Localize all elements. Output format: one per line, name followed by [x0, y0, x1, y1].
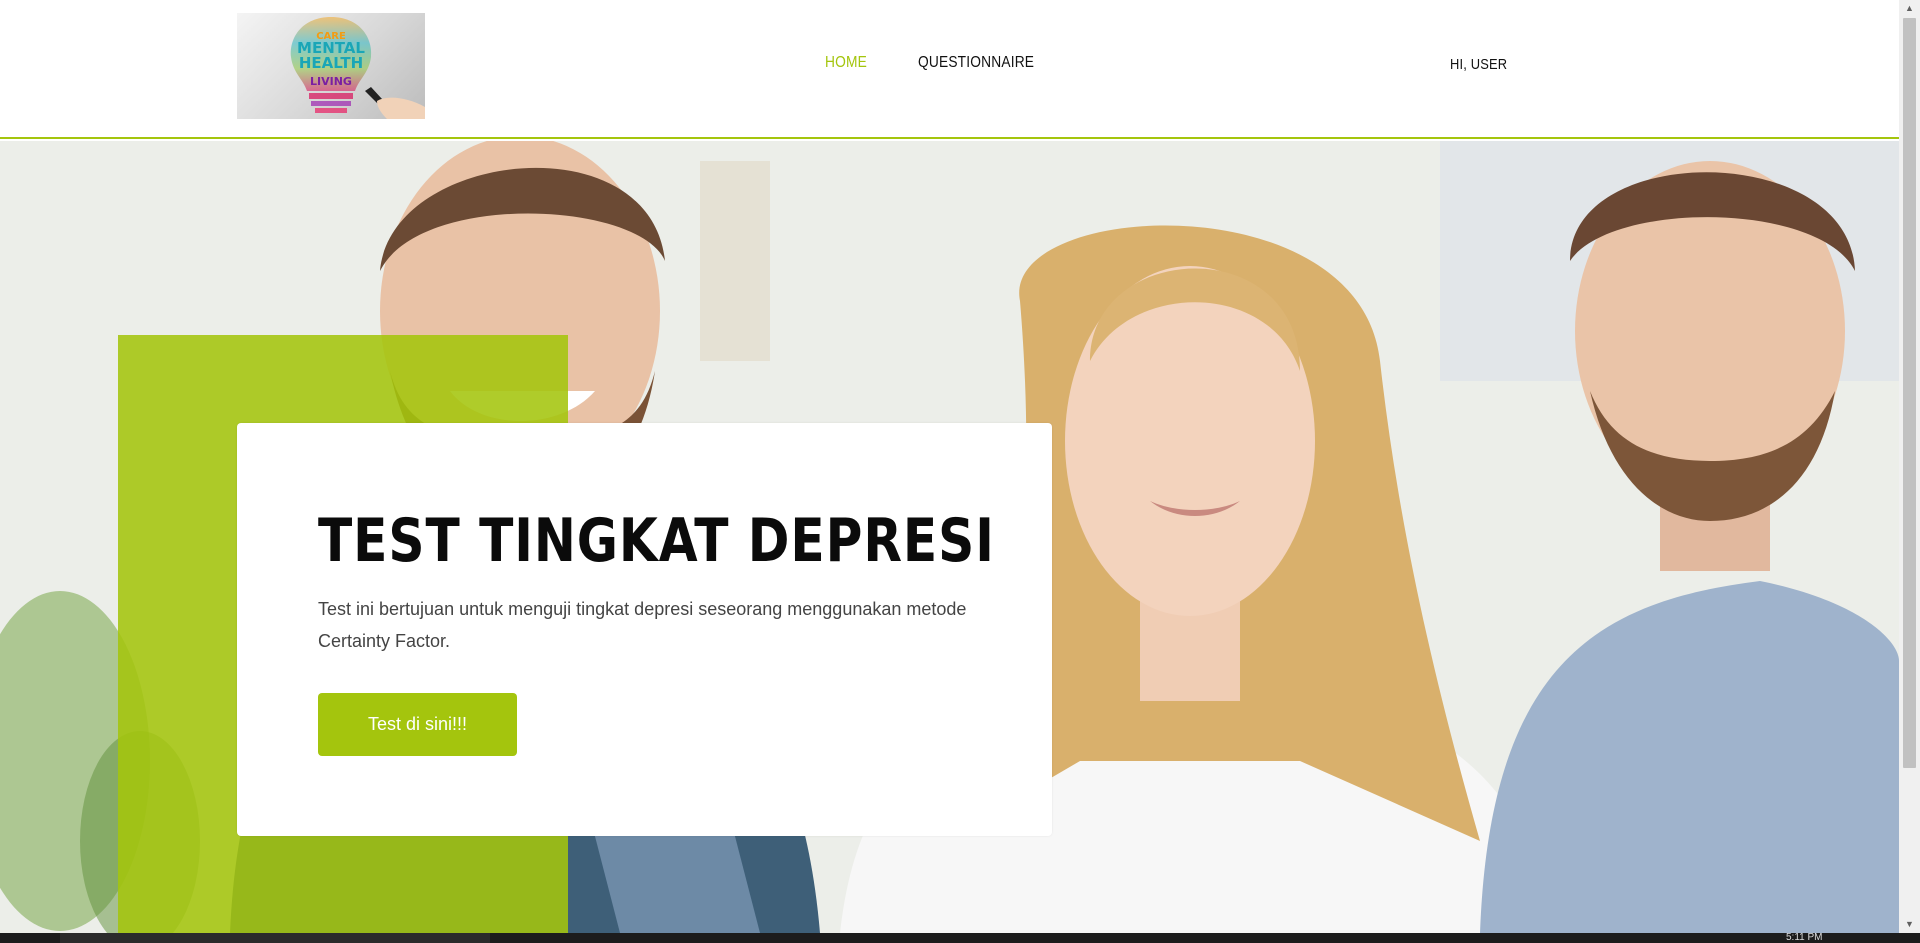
scroll-up-arrow-icon[interactable]: ▲ [1899, 0, 1920, 17]
vertical-scrollbar[interactable]: ▲ ▼ [1899, 0, 1920, 933]
site-header: CARE MENTAL HEALTH LIVING HOME QUESTIONN… [0, 0, 1899, 139]
mental-health-lightbulb-icon: CARE MENTAL HEALTH LIVING [290, 17, 425, 119]
os-taskbar: 5:11 PM [0, 933, 1920, 943]
hero-title: TEST TINGKAT DEPRESI [318, 506, 995, 576]
nav-home-link[interactable]: HOME [825, 54, 867, 72]
svg-text:LIVING: LIVING [310, 75, 352, 88]
scroll-down-arrow-icon[interactable]: ▼ [1899, 916, 1920, 933]
nav-questionnaire-link[interactable]: QUESTIONNAIRE [918, 54, 1034, 72]
scrollbar-thumb[interactable] [1903, 18, 1916, 768]
start-test-button[interactable]: Test di sini!!! [318, 693, 517, 756]
user-greeting-link[interactable]: HI, USER [1450, 56, 1507, 73]
logo[interactable]: CARE MENTAL HEALTH LIVING [237, 13, 425, 119]
hero-card: TEST TINGKAT DEPRESI Test ini bertujuan … [237, 423, 1052, 836]
svg-text:HEALTH: HEALTH [299, 54, 363, 72]
taskbar-app-item[interactable] [60, 933, 490, 943]
hero-description: Test ini bertujuan untuk menguji tingkat… [318, 599, 967, 651]
taskbar-clock[interactable]: 5:11 PM [1786, 933, 1823, 943]
